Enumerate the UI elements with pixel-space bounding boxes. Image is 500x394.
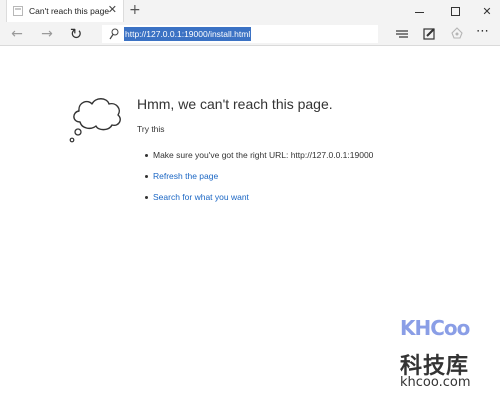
watermark-domain: khcoo.com bbox=[400, 375, 471, 390]
tab-bar: Can't reach this page ✕ + ✕ bbox=[0, 0, 500, 22]
web-note-icon[interactable] bbox=[421, 26, 437, 42]
hub-icon[interactable] bbox=[394, 26, 410, 42]
bullet-icon bbox=[145, 153, 148, 157]
search-link[interactable]: Search for what you want bbox=[153, 192, 249, 202]
minimize-button[interactable] bbox=[402, 0, 436, 22]
error-title: Hmm, we can't reach this page. bbox=[137, 96, 333, 112]
active-tab[interactable]: Can't reach this page ✕ bbox=[6, 0, 124, 22]
try-this-label: Try this bbox=[137, 124, 165, 134]
new-tab-button[interactable]: + bbox=[129, 1, 141, 19]
maximize-button[interactable] bbox=[438, 0, 472, 22]
watermark-logo: KHCoo bbox=[400, 316, 470, 340]
bullet-icon bbox=[145, 174, 148, 178]
tab-close-button[interactable]: ✕ bbox=[108, 4, 117, 16]
watermark: KHCoo 科技库 khcoo.com bbox=[398, 314, 500, 394]
close-window-button[interactable]: ✕ bbox=[470, 0, 500, 22]
suggestion-check-url: Make sure you've got the right URL: http… bbox=[145, 150, 373, 160]
refresh-page-link[interactable]: Refresh the page bbox=[153, 171, 218, 181]
forward-button[interactable]: → bbox=[37, 24, 57, 44]
address-url[interactable]: http://127.0.0.1:19000/install.html bbox=[124, 27, 252, 41]
back-button[interactable]: ← bbox=[7, 24, 27, 44]
maximize-icon bbox=[450, 6, 460, 16]
tab-title: Can't reach this page bbox=[29, 6, 110, 16]
page-icon bbox=[13, 6, 23, 16]
refresh-button[interactable]: ↻ bbox=[66, 24, 86, 44]
suggestion-search[interactable]: Search for what you want bbox=[145, 192, 249, 202]
suggestion-refresh[interactable]: Refresh the page bbox=[145, 171, 218, 181]
navigation-toolbar: ← → ↻ http://127.0.0.1:19000/install.htm… bbox=[0, 22, 500, 46]
search-icon bbox=[109, 28, 119, 40]
suggestion-text: Make sure you've got the right URL: http… bbox=[153, 150, 374, 160]
minimize-icon bbox=[414, 11, 424, 13]
address-bar[interactable]: http://127.0.0.1:19000/install.html bbox=[102, 25, 378, 43]
more-button[interactable]: ⋯ bbox=[476, 25, 492, 41]
share-icon[interactable] bbox=[449, 26, 465, 42]
thought-cloud-icon bbox=[69, 98, 121, 143]
bullet-icon bbox=[145, 195, 148, 199]
